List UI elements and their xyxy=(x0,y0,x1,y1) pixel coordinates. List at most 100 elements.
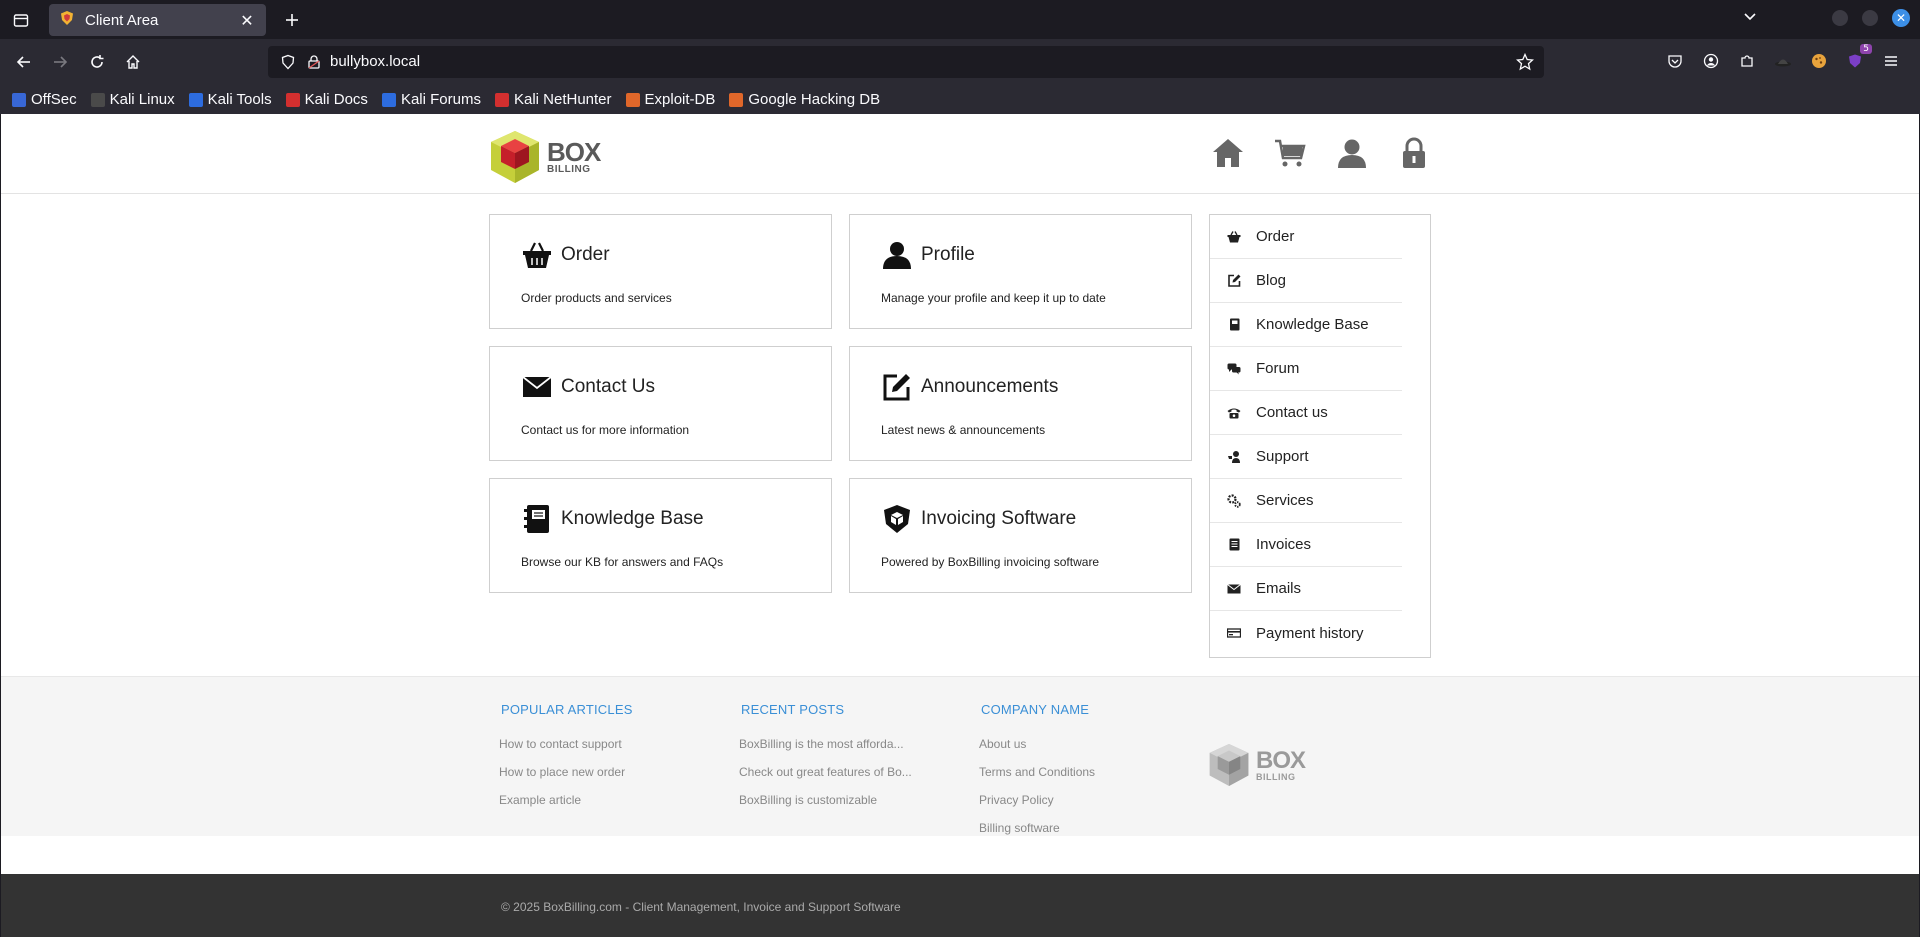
tab-list-icon[interactable] xyxy=(10,9,32,31)
basket-icon xyxy=(1226,229,1242,245)
shield-extension-icon[interactable]: 5 xyxy=(1844,44,1872,72)
window-close-button[interactable]: ✕ xyxy=(1892,9,1910,27)
card-title: Knowledge Base xyxy=(561,508,704,529)
kali-docs-favicon-icon xyxy=(285,92,300,107)
footer-link[interactable]: Check out great features of Bo... xyxy=(739,758,912,786)
bookmark-offsec[interactable]: OffSec xyxy=(12,91,77,108)
ghdb-favicon-icon xyxy=(729,92,744,107)
user-icon xyxy=(881,239,913,271)
account-user-icon[interactable] xyxy=(1335,136,1369,170)
invoice-icon xyxy=(1226,537,1242,553)
card-invoicing-software[interactable]: Invoicing Software Powered by BoxBilling… xyxy=(849,478,1192,593)
sidebar-item-support[interactable]: Support xyxy=(1210,435,1402,479)
browser-tab-active[interactable]: Client Area ✕ xyxy=(49,4,266,36)
reload-icon[interactable] xyxy=(85,50,109,74)
hat-extension-icon[interactable] xyxy=(1772,50,1794,72)
logo-billing-text: BILLING xyxy=(1256,771,1296,782)
sidebar-item-services[interactable]: Services xyxy=(1210,479,1402,523)
copyright-text: © 2025 BoxBilling.com - Client Managemen… xyxy=(501,900,901,914)
card-announcements[interactable]: Announcements Latest news & announcement… xyxy=(849,346,1192,461)
window-maximize-button[interactable] xyxy=(1862,10,1878,26)
footer-logo: BOX BILLING xyxy=(1208,742,1306,788)
footer-heading: POPULAR ARTICLES xyxy=(501,702,633,717)
sidebar-item-label: Knowledge Base xyxy=(1256,316,1369,333)
edit-icon xyxy=(1226,273,1242,289)
footer-recent-posts: RECENT POSTS BoxBilling is the most affo… xyxy=(739,702,912,814)
bookmark-kali-tools[interactable]: Kali Tools xyxy=(188,91,272,108)
sidebar-item-label: Support xyxy=(1256,448,1309,465)
footer-link[interactable]: Privacy Policy xyxy=(979,786,1095,814)
back-arrow-icon[interactable] xyxy=(12,50,36,74)
menu-hamburger-icon[interactable] xyxy=(1880,50,1902,72)
footer-link[interactable]: How to contact support xyxy=(499,730,633,758)
logo-cube-icon xyxy=(1209,744,1249,786)
sidebar-item-forum[interactable]: Forum xyxy=(1210,347,1402,391)
bookmark-kali-nethunter[interactable]: Kali NetHunter xyxy=(494,91,612,108)
sidebar-item-label: Payment history xyxy=(1256,624,1364,642)
tracking-shield-icon[interactable] xyxy=(280,54,296,74)
sidebar-item-label: Emails xyxy=(1256,580,1302,597)
card-title: Contact Us xyxy=(561,376,655,397)
card-title: Order xyxy=(561,244,610,265)
sidebar-item-contact-us[interactable]: Contact us xyxy=(1210,391,1402,435)
boxbilling-logo[interactable]: BOX BILLING xyxy=(489,129,601,185)
browser-tab-bar: Client Area ✕ ✕ xyxy=(0,0,1920,39)
footer-link[interactable]: Terms and Conditions xyxy=(979,758,1095,786)
envelope-icon xyxy=(1226,581,1242,597)
url-bar[interactable]: bullybox.local xyxy=(268,46,1544,78)
bookmark-kali-linux[interactable]: Kali Linux xyxy=(90,91,175,108)
card-order[interactable]: Order Order products and services xyxy=(489,214,832,329)
account-icon[interactable] xyxy=(1700,50,1722,72)
footer-link[interactable]: Billing software xyxy=(979,814,1095,842)
forward-arrow-icon[interactable] xyxy=(48,50,72,74)
kali-tools-favicon-icon xyxy=(188,92,203,107)
tab-overflow-chevron-icon[interactable] xyxy=(1742,8,1758,28)
cookie-extension-icon[interactable] xyxy=(1808,50,1830,72)
footer-link[interactable]: Example article xyxy=(499,786,633,814)
pocket-icon[interactable] xyxy=(1664,50,1686,72)
bookmark-kali-docs[interactable]: Kali Docs xyxy=(285,91,368,108)
card-knowledge-base[interactable]: Knowledge Base Browse our KB for answers… xyxy=(489,478,832,593)
book-icon xyxy=(1226,317,1242,333)
card-profile[interactable]: Profile Manage your profile and keep it … xyxy=(849,214,1192,329)
basket-icon xyxy=(521,239,553,271)
window-minimize-button[interactable] xyxy=(1832,10,1848,26)
bookmark-exploit-db[interactable]: Exploit-DB xyxy=(625,91,715,108)
sidebar-item-label: Invoices xyxy=(1256,536,1312,553)
sidebar-item-label: Order xyxy=(1256,228,1295,245)
sidebar-item-invoices[interactable]: Invoices xyxy=(1210,523,1402,567)
site-info-lock-icon[interactable] xyxy=(306,54,322,74)
cart-icon[interactable] xyxy=(1273,136,1307,170)
tab-close-icon[interactable]: ✕ xyxy=(238,11,256,30)
sidebar-item-payment-history[interactable]: Payment history xyxy=(1210,611,1402,655)
login-lock-icon[interactable] xyxy=(1397,136,1431,170)
footer-heading: COMPANY NAME xyxy=(981,702,1090,717)
card-title: Invoicing Software xyxy=(921,508,1077,529)
card-contact-us[interactable]: Contact Us Contact us for more informati… xyxy=(489,346,832,461)
extensions-puzzle-icon[interactable] xyxy=(1736,50,1758,72)
bookmarks-toolbar: OffSec Kali Linux Kali Tools Kali Docs K… xyxy=(0,85,1920,114)
bookmark-kali-forums[interactable]: Kali Forums xyxy=(381,91,481,108)
sidebar-item-label: Blog xyxy=(1256,272,1287,289)
footer-heading: RECENT POSTS xyxy=(741,702,845,717)
shield-icon xyxy=(881,503,913,535)
logo-box-text: BOX xyxy=(1256,746,1306,774)
card-description: Manage your profile and keep it up to da… xyxy=(881,291,1106,305)
footer-link[interactable]: BoxBilling is customizable xyxy=(739,786,912,814)
bookmark-google-hacking-db[interactable]: Google Hacking DB xyxy=(729,91,880,108)
copyright-bar: © 2025 BoxBilling.com - Client Managemen… xyxy=(1,874,1919,937)
footer-link[interactable]: BoxBilling is the most afforda... xyxy=(739,730,912,758)
sidebar-item-blog[interactable]: Blog xyxy=(1210,259,1402,303)
nethunter-favicon-icon xyxy=(494,92,509,107)
cogs-icon xyxy=(1226,493,1242,509)
footer-link[interactable]: How to place new order xyxy=(499,758,633,786)
sidebar-item-order[interactable]: Order xyxy=(1210,215,1402,259)
sidebar-item-label: Contact us xyxy=(1256,404,1328,421)
sidebar-item-knowledge-base[interactable]: Knowledge Base xyxy=(1210,303,1402,347)
footer-link[interactable]: About us xyxy=(979,730,1095,758)
new-tab-plus-icon[interactable] xyxy=(280,8,304,32)
home-icon[interactable] xyxy=(1211,136,1245,170)
sidebar-item-emails[interactable]: Emails xyxy=(1210,567,1402,611)
home-icon[interactable] xyxy=(121,50,145,74)
bookmark-star-icon[interactable] xyxy=(1515,52,1535,75)
